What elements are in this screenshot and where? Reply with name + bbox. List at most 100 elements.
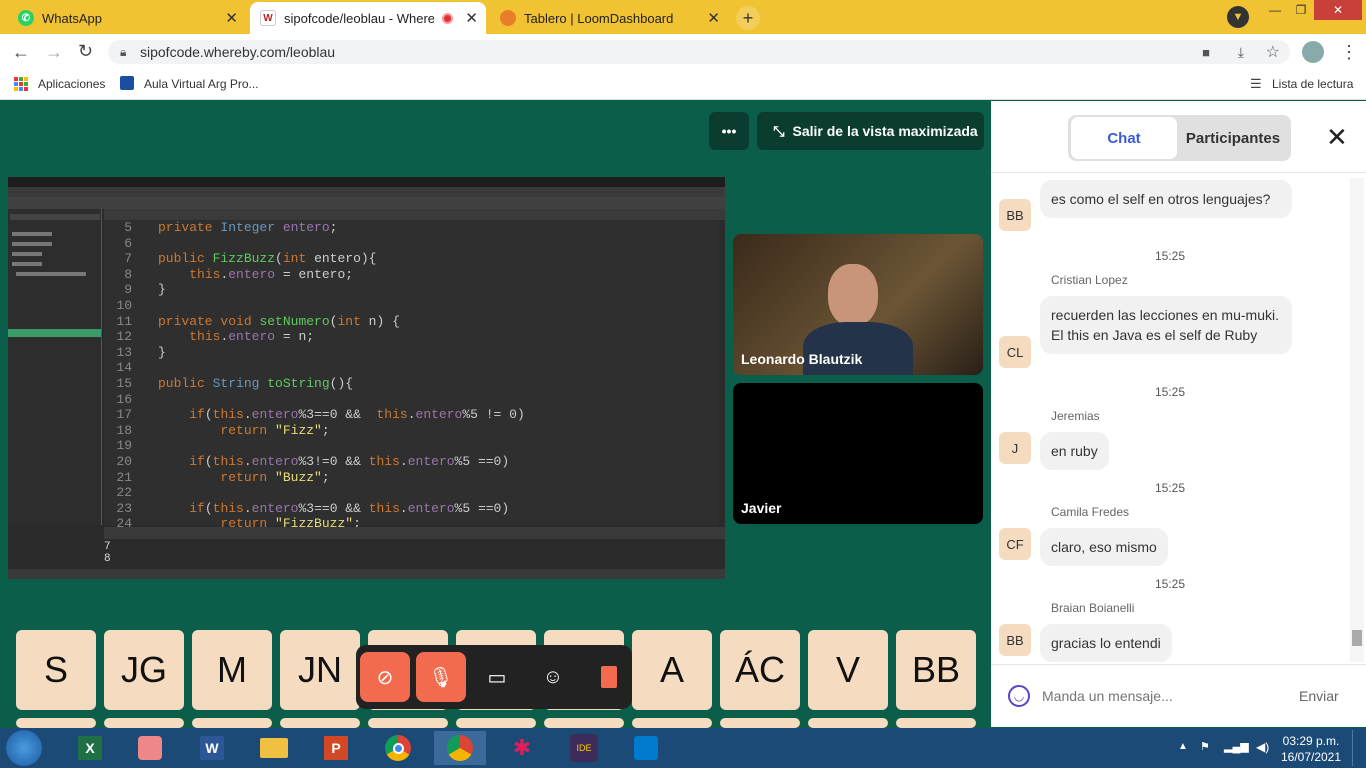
flag-icon[interactable]: ⚑ xyxy=(1200,740,1210,753)
code-line: return "Buzz"; xyxy=(220,469,330,485)
bookmark-aula[interactable]: Aula Virtual Arg Pro... xyxy=(144,77,259,91)
avatar: J xyxy=(999,432,1031,464)
bookmark-apps[interactable]: Aplicaciones xyxy=(38,77,105,91)
close-icon[interactable]: ✕ xyxy=(225,9,238,27)
line-number: 11 xyxy=(116,313,132,329)
code-line: } xyxy=(158,282,166,298)
message-author: Cristian Lopez xyxy=(1051,273,1128,287)
participant-avatar[interactable]: M xyxy=(192,630,272,710)
leave-button[interactable] xyxy=(584,652,634,702)
message-time: 15:25 xyxy=(1155,577,1186,591)
reload-icon[interactable]: ↻ xyxy=(78,41,93,62)
start-button[interactable] xyxy=(6,730,42,766)
send-button[interactable]: Enviar xyxy=(1299,688,1339,704)
file-explorer-icon[interactable] xyxy=(248,731,300,765)
chat-scrollbar[interactable] xyxy=(1350,178,1364,662)
message-input[interactable] xyxy=(1042,682,1272,710)
code-line: private Integer entero; xyxy=(158,220,338,235)
chat-button[interactable]: ☺ xyxy=(528,652,578,702)
participant-avatar[interactable]: BB xyxy=(896,630,976,710)
back-icon[interactable]: ← xyxy=(12,42,30,63)
participant-avatar[interactable]: JG xyxy=(104,630,184,710)
tab-loom[interactable]: Tablero | LoomDashboard ✕ xyxy=(490,2,728,34)
participant-avatar[interactable]: S xyxy=(16,630,96,710)
whereby-icon: W xyxy=(260,10,276,26)
participant-avatar-row2 xyxy=(720,718,800,728)
tab-whereby[interactable]: W sipofcode/leoblau - Whereby ✕ xyxy=(250,2,486,34)
apps-icon xyxy=(14,77,28,91)
code-line: this.entero = entero; xyxy=(189,266,354,282)
slack-icon[interactable]: ✱ xyxy=(496,731,548,765)
show-desktop-button[interactable] xyxy=(1352,730,1364,766)
line-number: 22 xyxy=(116,485,132,501)
more-options-button[interactable]: ••• xyxy=(709,112,749,150)
tab-participants[interactable]: Participantes xyxy=(1178,117,1288,159)
tab-chat[interactable]: Chat xyxy=(1071,117,1177,159)
code-editor: 5 private Integer entero; 6 7 public FizzBuz… xyxy=(104,220,719,531)
participant-avatar[interactable]: A xyxy=(632,630,712,710)
share-screen-button[interactable]: ▭ xyxy=(472,652,522,702)
media-player-icon[interactable] xyxy=(124,731,176,765)
new-tab-button[interactable]: + xyxy=(736,6,760,30)
line-number: 10 xyxy=(116,298,132,313)
message-bubble: recuerden las lecciones en mu-muki. El t… xyxy=(1040,296,1292,354)
emoji-icon[interactable]: ◡ xyxy=(1008,685,1030,707)
volume-icon[interactable]: ◀) xyxy=(1256,740,1269,754)
divider xyxy=(991,172,1366,173)
powerpoint-icon[interactable]: P xyxy=(310,731,362,765)
close-window-button[interactable]: ✕ xyxy=(1314,0,1362,20)
exit-maximized-label: Salir de la vista maximizada xyxy=(792,123,978,139)
line-number: 19 xyxy=(116,438,132,454)
star-icon[interactable]: ☆ xyxy=(1266,42,1280,62)
system-clock[interactable]: 03:29 p.m. 16/07/2021 xyxy=(1280,733,1342,765)
address-bar[interactable]: 🔒︎ sipofcode.whereby.com/leoblau ■ ⤓ ☆ xyxy=(108,40,1290,64)
profile-menu-icon[interactable]: ▼ xyxy=(1227,6,1249,28)
camera-icon[interactable]: ■ xyxy=(1202,45,1210,60)
close-icon[interactable]: ✕ xyxy=(465,9,478,27)
chat-icon: ☺ xyxy=(542,665,564,688)
participant-avatar[interactable]: ÁC xyxy=(720,630,800,710)
eclipse-icon[interactable]: IDE xyxy=(558,731,610,765)
line-number: 20 xyxy=(116,454,132,469)
exit-maximized-button[interactable]: ⤡ Salir de la vista maximizada xyxy=(757,112,984,150)
line-number: 18 xyxy=(116,422,132,438)
avatar: CF xyxy=(999,528,1031,560)
camera-off-icon: ⊘ xyxy=(376,666,394,689)
mic-off-button[interactable]: 🎙︎ xyxy=(416,652,466,702)
os-top-bar xyxy=(8,177,725,187)
url-text: sipofcode.whereby.com/leoblau xyxy=(140,44,336,60)
excel-icon[interactable]: X xyxy=(64,731,116,765)
participant-avatar-row2 xyxy=(632,718,712,728)
message-time: 15:25 xyxy=(1155,481,1186,495)
ide-menu xyxy=(8,187,725,197)
participant-avatar-row2 xyxy=(808,718,888,728)
message-bubble: claro, eso mismo xyxy=(1040,528,1168,566)
camera-off-button[interactable]: ⊘ xyxy=(360,652,410,702)
tray-expand-icon[interactable]: ▲ xyxy=(1178,741,1188,752)
chrome-icon[interactable] xyxy=(372,731,424,765)
word-icon[interactable]: W xyxy=(186,731,238,765)
message-author: Jeremias xyxy=(1051,409,1100,423)
participant-avatar-row2 xyxy=(104,718,184,728)
participant-avatar[interactable]: JN xyxy=(280,630,360,710)
signal-icon[interactable]: ▂▄▆ xyxy=(1224,740,1249,753)
chrome-profile-icon[interactable] xyxy=(434,731,486,765)
close-icon[interactable]: ✕ xyxy=(707,9,720,27)
install-icon[interactable]: ⤓ xyxy=(1238,44,1244,61)
video-tile-javier[interactable]: Javier xyxy=(733,383,983,524)
aula-icon xyxy=(120,76,134,90)
close-icon[interactable]: ✕ xyxy=(1326,122,1348,153)
maximize-button[interactable]: ❐ xyxy=(1288,0,1314,20)
vscode-icon[interactable] xyxy=(620,731,672,765)
participant-avatar[interactable]: V xyxy=(808,630,888,710)
menu-icon[interactable]: ⋮ xyxy=(1340,42,1358,63)
minimize-button[interactable]: — xyxy=(1262,0,1288,20)
scrollbar-thumb[interactable] xyxy=(1352,630,1362,646)
line-number: 21 xyxy=(116,469,132,485)
tab-whatsapp[interactable]: ✆ WhatsApp ✕ xyxy=(8,2,246,34)
code-line: private void setNumero(int n) { xyxy=(158,313,400,329)
forward-icon[interactable]: → xyxy=(45,42,63,63)
video-tile-leonardo[interactable]: Leonardo Blautzik xyxy=(733,234,983,375)
reading-list-button[interactable]: Lista de lectura xyxy=(1272,77,1353,91)
avatar[interactable] xyxy=(1302,41,1324,63)
